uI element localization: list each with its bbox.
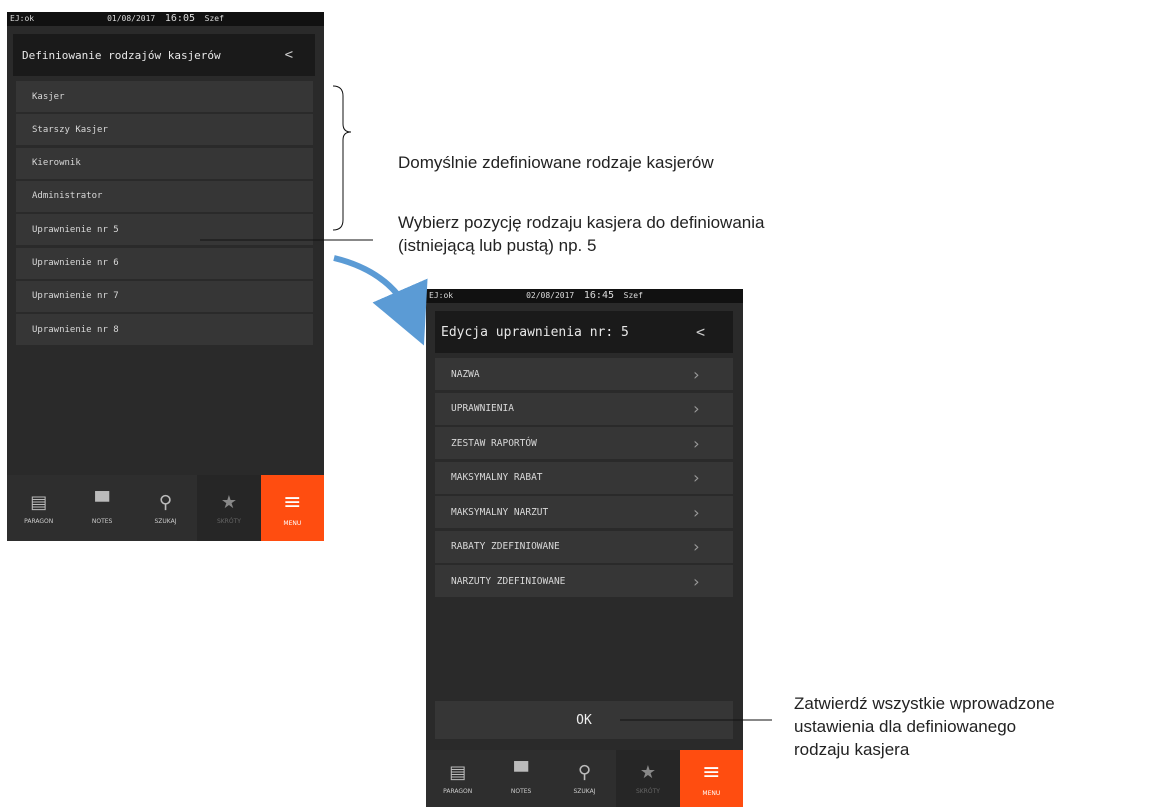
chevron-right-icon: › xyxy=(691,364,701,384)
list-item-label: NAZWA xyxy=(451,368,480,380)
list-item[interactable]: Uprawnienie nr 5 xyxy=(16,214,313,246)
list-item-label: UPRAWNIENIA xyxy=(451,403,514,414)
status-time: 16:05 xyxy=(164,13,195,24)
bottom-nav: ▤ PARAGON ▀ NOTES ⚲ SZUKAJ ★ SKRÓTY ≡ MENU xyxy=(426,750,743,807)
chevron-right-icon: › xyxy=(691,399,701,418)
list-item-label: Kasjer xyxy=(32,91,65,102)
receipt-icon: ▤ xyxy=(449,762,467,783)
blue-arrow xyxy=(333,255,428,346)
list-item[interactable]: Kasjer xyxy=(16,81,313,112)
list-item[interactable]: ZESTAW RAPORTÓW › xyxy=(435,427,733,459)
notes-icon: ▀ xyxy=(514,762,529,783)
list-item[interactable]: MAKSYMALNY NARZUT › xyxy=(435,496,733,528)
list-item[interactable]: UPRAWNIENIA › xyxy=(435,392,733,425)
list-item-label: MAKSYMALNY NARZUT xyxy=(451,506,549,518)
nav-skróty[interactable]: ★ SKRÓTY xyxy=(616,750,680,807)
list-item-label: Uprawnienie nr 8 xyxy=(32,324,119,335)
chevron-right-icon: › xyxy=(691,468,701,487)
list-item[interactable]: Starszy Kasjer xyxy=(16,114,313,146)
nav-notes[interactable]: ▀ NOTES xyxy=(489,750,552,807)
list-item-label: MAKSYMALNY RABAT xyxy=(451,472,543,483)
chevron-right-icon: › xyxy=(691,571,701,591)
list-item[interactable]: RABATY ZDEFINIOWANE › xyxy=(435,530,733,563)
search-icon: ⚲ xyxy=(577,762,592,783)
annotation-confirm: Zatwierdź wszystkie wprowadzone ustawien… xyxy=(794,694,1055,759)
status-time: 16:45 xyxy=(583,290,614,301)
nav-paragon[interactable]: ▤ PARAGON xyxy=(7,475,70,541)
star-icon: ★ xyxy=(220,491,237,513)
annotation-select: Wybierz pozycję rodzaju kasjera do defin… xyxy=(398,213,765,255)
bracket xyxy=(332,85,352,231)
annotation-default-types: Domyślnie zdefiniowane rodzaje kasjerów xyxy=(398,153,714,172)
page-title: Definiowanie rodzajów kasjerów xyxy=(22,48,221,62)
page-title: Edycja uprawnienia nr: 5 xyxy=(441,324,629,340)
menu-icon: ≡ xyxy=(283,489,302,515)
status-bar: EJ:ok 01/08/2017 16:05 Szef xyxy=(7,12,324,26)
status-user: Szef xyxy=(623,291,643,300)
star-icon: ★ xyxy=(639,762,656,783)
search-icon: ⚲ xyxy=(158,491,173,513)
list-item[interactable]: MAKSYMALNY RABAT › xyxy=(435,461,733,494)
status-bar: EJ:ok 02/08/2017 16:45 Szef xyxy=(426,289,743,303)
list-item-label: Uprawnienie nr 6 xyxy=(32,258,119,268)
list-item-label: Uprawnienie nr 5 xyxy=(32,224,119,235)
menu-icon: ≡ xyxy=(702,760,721,785)
chevron-right-icon: › xyxy=(691,433,701,453)
back-button[interactable]: < xyxy=(696,311,705,353)
page-header: Definiowanie rodzajów kasjerów < xyxy=(13,34,315,76)
receipt-icon: ▤ xyxy=(30,491,48,513)
nav-label: NOTES xyxy=(91,517,113,525)
nav-label: NOTES xyxy=(510,788,532,795)
nav-menu[interactable]: ≡ MENU xyxy=(679,750,743,807)
nav-menu[interactable]: ≡ MENU xyxy=(260,475,324,541)
notes-icon: ▀ xyxy=(95,491,110,513)
list-item-label: Administrator xyxy=(32,191,103,202)
list-item-label: RABATY ZDEFINIOWANE xyxy=(451,541,560,552)
ok-button[interactable]: OK xyxy=(435,701,733,739)
nav-szukaj[interactable]: ⚲ SZUKAJ xyxy=(134,475,197,541)
list-item[interactable]: Uprawnienie nr 8 xyxy=(16,314,313,346)
status-date: 02/08/2017 xyxy=(526,291,575,300)
nav-skróty[interactable]: ★ SKRÓTY xyxy=(197,475,261,541)
nav-paragon[interactable]: ▤ PARAGON xyxy=(426,750,489,807)
list-item[interactable]: Kierownik xyxy=(16,147,313,179)
list-item[interactable]: NAZWA › xyxy=(435,358,733,390)
nav-label: SZUKAJ xyxy=(154,517,177,525)
screen-edit-permission: EJ:ok 02/08/2017 16:45 Szef Edycja upraw… xyxy=(426,289,743,807)
list-item-label: Starszy Kasjer xyxy=(32,124,108,135)
back-button[interactable]: < xyxy=(285,34,293,76)
nav-label: PARAGON xyxy=(443,788,473,795)
list-item-label: NARZUTY ZDEFINIOWANE xyxy=(451,575,566,587)
nav-label: SZUKAJ xyxy=(573,788,596,795)
status-date: 01/08/2017 xyxy=(107,14,156,23)
nav-label: MENU xyxy=(283,519,302,527)
list-item[interactable]: NARZUTY ZDEFINIOWANE › xyxy=(435,565,733,597)
list-item-label: Uprawnienie nr 7 xyxy=(32,291,119,302)
chevron-right-icon: › xyxy=(691,537,701,556)
nav-notes[interactable]: ▀ NOTES xyxy=(70,475,133,541)
list-item[interactable]: Uprawnienie nr 7 xyxy=(16,280,313,312)
list-item-label: ZESTAW RAPORTÓW xyxy=(451,437,537,449)
nav-label: SKRÓTY xyxy=(216,517,241,525)
status-user: Szef xyxy=(204,14,224,23)
nav-label: SKRÓTY xyxy=(635,788,660,795)
chevron-right-icon: › xyxy=(691,502,701,522)
bottom-nav: ▤ PARAGON ▀ NOTES ⚲ SZUKAJ ★ SKRÓTY ≡ MENU xyxy=(7,475,324,541)
screen-cashier-types: EJ:ok 01/08/2017 16:05 Szef Definiowanie… xyxy=(7,12,324,541)
page-header: Edycja uprawnienia nr: 5 < xyxy=(435,311,733,353)
nav-label: PARAGON xyxy=(24,517,54,525)
nav-label: MENU xyxy=(702,790,721,797)
nav-szukaj[interactable]: ⚲ SZUKAJ xyxy=(553,750,616,807)
list-item-label: Kierownik xyxy=(32,158,81,169)
list-item[interactable]: Administrator xyxy=(16,180,313,212)
list-item[interactable]: Uprawnienie nr 6 xyxy=(16,247,313,279)
